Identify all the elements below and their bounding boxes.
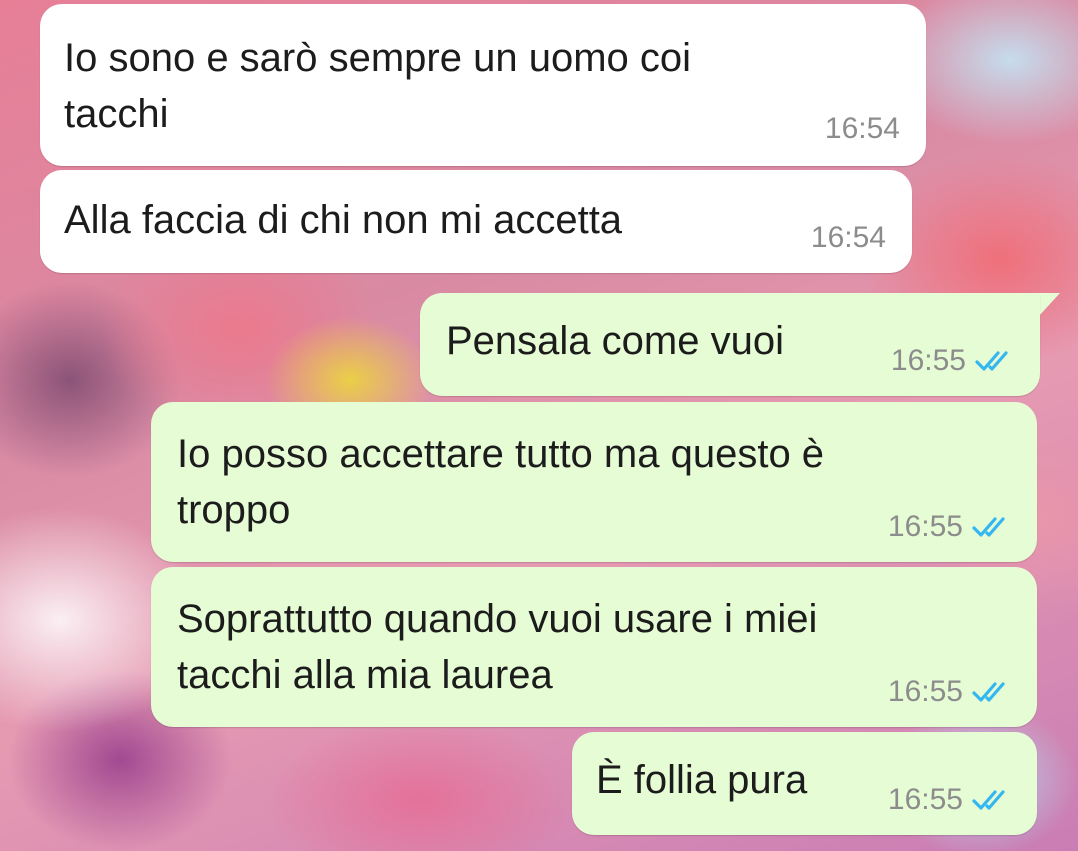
message-timestamp: 16:55 <box>887 675 963 708</box>
message-text: Pensala come vuoi <box>446 319 784 363</box>
message-text: È follia pura <box>596 758 808 802</box>
message-bubble-outgoing[interactable]: Soprattutto quando vuoi usare i miei tac… <box>151 567 1037 727</box>
bubble-tail <box>1038 293 1060 317</box>
message-meta: 16:54 <box>825 112 900 146</box>
message-text: Alla faccia di chi non mi accetta <box>64 198 623 242</box>
double-check-read-icon <box>975 351 1008 371</box>
message-timestamp: 16:54 <box>810 221 886 254</box>
message-timestamp: 16:54 <box>824 112 900 145</box>
double-check-read-icon <box>972 790 1005 810</box>
message-text: Soprattutto quando vuoi usare i miei tac… <box>177 597 818 697</box>
message-bubble-outgoing[interactable]: Pensala come vuoi 16:55 <box>420 293 1040 396</box>
message-timestamp: 16:55 <box>887 783 963 816</box>
message-text: Io sono e sarò sempre un uomo coi tacchi <box>64 36 692 136</box>
message-meta: 16:55 <box>888 675 1013 709</box>
message-text: Io posso accettare tutto ma questo è tro… <box>177 432 825 532</box>
message-bubble-outgoing[interactable]: È follia pura 16:55 <box>572 732 1037 835</box>
message-bubble-incoming[interactable]: Alla faccia di chi non mi accetta 16:54 <box>40 170 912 273</box>
message-timestamp: 16:55 <box>890 344 966 377</box>
message-meta: 16:55 <box>888 783 1013 817</box>
message-bubble-incoming[interactable]: Io sono e sarò sempre un uomo coi tacchi… <box>40 4 926 166</box>
message-bubble-outgoing[interactable]: Io posso accettare tutto ma questo è tro… <box>151 402 1037 562</box>
double-check-read-icon <box>972 682 1005 702</box>
message-meta: 16:54 <box>811 221 886 255</box>
message-meta: 16:55 <box>891 344 1016 378</box>
message-meta: 16:55 <box>888 510 1013 544</box>
double-check-read-icon <box>972 517 1005 537</box>
message-timestamp: 16:55 <box>887 510 963 543</box>
